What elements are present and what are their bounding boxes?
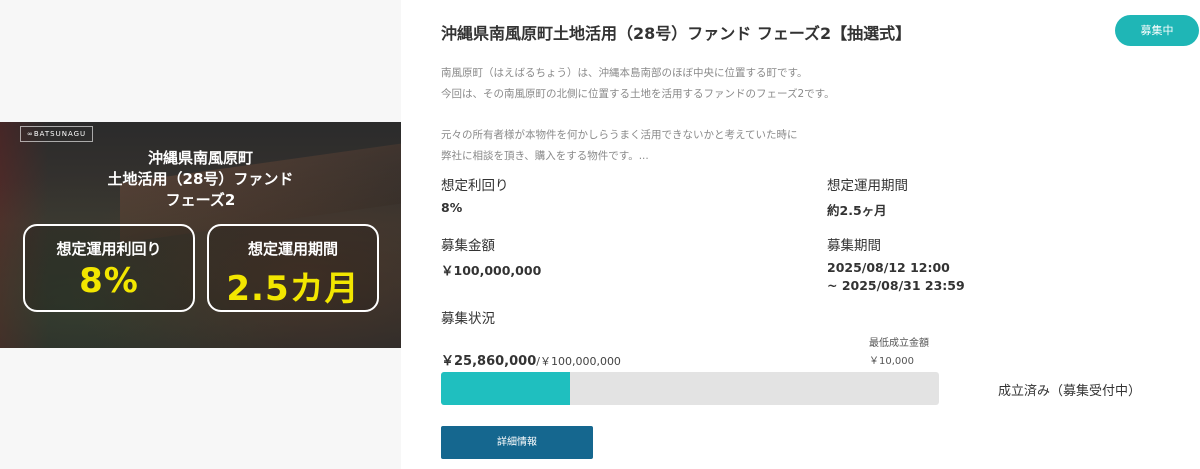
status-label: 募集状況 xyxy=(441,311,495,327)
raised-target: /￥100,000,000 xyxy=(536,355,621,368)
yield-value: 8% xyxy=(441,200,463,215)
fund-description: 南風原町（はえばるちょう）は、沖縄本島南部のほぼ中央に位置する町です。 今回は、… xyxy=(441,63,901,167)
description-line: 今回は、その南風原町の北側に位置する土地を活用するファンドのフェーズ2です。 xyxy=(441,87,835,100)
raised-amount: ￥25,860,000/￥100,000,000 xyxy=(441,350,621,369)
banner-period-box: 想定運用期間 2.5カ月 xyxy=(207,224,379,312)
banner-title: 沖縄県南風原町 土地活用（28号）ファンド フェーズ2 xyxy=(0,148,401,211)
description-line: 弊社に相談を頂き、購入をする物件です。... xyxy=(441,150,649,163)
banner-yield-value: 8% xyxy=(79,261,139,301)
fund-title[interactable]: 沖縄県南風原町土地活用（28号）ファンド フェーズ2【抽選式】 xyxy=(441,20,911,44)
recruit-period-end: ~ 2025/08/31 23:59 xyxy=(827,278,965,293)
amount-label: 募集金額 xyxy=(441,238,495,254)
period-label: 想定運用期間 xyxy=(827,178,908,194)
progress-status-text: 成立済み（募集受付中） xyxy=(998,384,1142,399)
funding-progress-bar xyxy=(441,372,939,405)
raised-current: ￥25,860,000 xyxy=(441,354,537,369)
banner-title-line2: 土地活用（28号）ファンド xyxy=(107,170,294,188)
yield-label: 想定利回り xyxy=(441,178,509,194)
recruit-period-start: 2025/08/12 12:00 xyxy=(827,260,950,275)
detail-info-button[interactable]: 詳細情報 xyxy=(441,426,593,459)
description-line: 南風原町（はえばるちょう）は、沖縄本島南部のほぼ中央に位置する町です。 xyxy=(441,67,808,79)
banner-yield-box: 想定運用利回り 8% xyxy=(23,224,195,312)
funding-progress-fill xyxy=(441,372,570,405)
min-amount-label: 最低成立金額 xyxy=(869,338,929,349)
amount-value: ￥100,000,000 xyxy=(441,263,542,278)
recruit-period-label: 募集期間 xyxy=(827,238,881,254)
period-value: 約2.5ヶ月 xyxy=(827,203,887,218)
banner-title-line1: 沖縄県南風原町 xyxy=(147,149,253,167)
banner-yield-label: 想定運用利回り xyxy=(56,240,162,258)
fund-banner-image[interactable]: ∞BATSUNAGU 沖縄県南風原町 土地活用（28号）ファンド フェーズ2 想… xyxy=(0,122,401,348)
banner-period-value: 2.5カ月 xyxy=(226,269,360,309)
min-amount-value: ￥10,000 xyxy=(869,356,914,367)
status-badge: 募集中 xyxy=(1115,15,1199,46)
banner-title-line3: フェーズ2 xyxy=(165,191,236,209)
banner-logo: ∞BATSUNAGU xyxy=(20,126,94,142)
left-panel: ∞BATSUNAGU 沖縄県南風原町 土地活用（28号）ファンド フェーズ2 想… xyxy=(0,0,401,469)
description-line: 元々の所有者様が本物件を何かしらうまく活用できないかと考えていた時に xyxy=(441,129,798,142)
banner-period-label: 想定運用期間 xyxy=(247,240,338,258)
